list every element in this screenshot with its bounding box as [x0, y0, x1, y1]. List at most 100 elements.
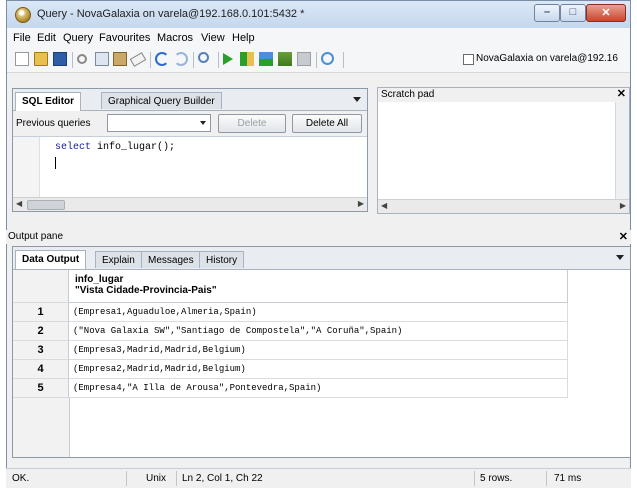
- row-header[interactable]: 1: [13, 303, 69, 322]
- tab-data-output[interactable]: Data Output: [15, 250, 87, 269]
- previous-queries-label: Previous queries: [16, 118, 91, 129]
- scroll-left-icon[interactable]: ◀: [16, 199, 22, 208]
- menu-help[interactable]: Help: [232, 32, 255, 44]
- column-type: "Vista Cidade-Provincia-Pais": [75, 285, 217, 296]
- cut-icon[interactable]: [77, 54, 87, 64]
- table-cell[interactable]: (Empresa2,Madrid,Madrid,Belgium): [69, 360, 568, 379]
- menu-edit[interactable]: Edit: [37, 32, 56, 44]
- scratch-horizontal-scrollbar[interactable]: ◀ ▶: [378, 199, 629, 213]
- chevron-down-icon: [200, 121, 206, 125]
- text-caret: [55, 157, 56, 169]
- row-header[interactable]: 3: [13, 341, 69, 360]
- help-icon[interactable]: [321, 52, 334, 65]
- row-count: 5 rows.: [480, 473, 513, 484]
- minimize-button[interactable]: –: [534, 4, 560, 22]
- previous-queries-row: Previous queries Delete Delete All: [13, 111, 367, 137]
- line-endings: Unix: [146, 473, 167, 484]
- toolbar-separator: [343, 52, 344, 68]
- sql-code-rest: info_lugar();: [91, 142, 176, 153]
- status-separator: [126, 471, 127, 486]
- close-icon: ✕: [601, 7, 611, 19]
- sql-text-editor[interactable]: select info_lugar();: [13, 137, 367, 198]
- scratch-pad-header: Scratch pad ✕: [378, 88, 629, 102]
- scroll-right-icon[interactable]: ▶: [620, 201, 626, 210]
- scratch-pad-textarea[interactable]: [378, 102, 616, 200]
- toolbar: NovaGalaxia on varela@192.16: [7, 48, 630, 73]
- close-icon[interactable]: ✕: [617, 87, 626, 101]
- connection-checkbox[interactable]: [463, 54, 474, 65]
- sql-keyword: select: [55, 142, 92, 153]
- execute-icon[interactable]: [223, 53, 233, 65]
- sql-editor-tabstrip: SQL Editor Graphical Query Builder: [13, 89, 367, 111]
- previous-queries-select[interactable]: [107, 114, 211, 132]
- table-cell[interactable]: ("Nova Galaxia SW","Santiago de Composte…: [69, 322, 568, 341]
- tab-explain[interactable]: Explain: [95, 251, 142, 268]
- scrollbar-thumb[interactable]: [27, 200, 65, 210]
- sql-code: select info_lugar();: [55, 142, 175, 153]
- analyze-icon[interactable]: [278, 52, 292, 66]
- status-bar: OK. Unix Ln 2, Col 1, Ch 22 5 rows. 71 m…: [6, 468, 631, 488]
- scroll-right-icon[interactable]: ▶: [358, 199, 364, 208]
- stop-icon[interactable]: [297, 52, 311, 66]
- sql-editor-panel: SQL Editor Graphical Query Builder Previ…: [12, 88, 368, 212]
- table-cell[interactable]: (Empresa1,Aguaduloe,Almeria,Spain): [69, 303, 568, 322]
- open-folder-icon[interactable]: [34, 52, 48, 66]
- menu-file[interactable]: File: [13, 32, 31, 44]
- table-cell[interactable]: (Empresa3,Madrid,Madrid,Belgium): [69, 341, 568, 360]
- cursor-position: Ln 2, Col 1, Ch 22: [182, 473, 263, 484]
- tab-messages[interactable]: Messages: [141, 251, 201, 268]
- output-tabstrip: Data Output Explain Messages History: [13, 247, 630, 270]
- explain-icon[interactable]: [240, 52, 254, 66]
- scratch-vertical-scrollbar[interactable]: [615, 102, 629, 200]
- row-header-filler: [13, 398, 70, 457]
- editor-gutter: [13, 137, 40, 198]
- redo-icon[interactable]: [174, 52, 188, 66]
- table-cell[interactable]: (Empresa4,"A Illa de Arousa",Pontevedra,…: [69, 379, 568, 398]
- undo-icon[interactable]: [155, 52, 169, 66]
- close-icon[interactable]: ✕: [619, 230, 628, 244]
- output-pane-title: Output pane: [8, 231, 64, 242]
- new-file-icon[interactable]: [15, 52, 29, 66]
- tab-history[interactable]: History: [199, 251, 245, 268]
- scroll-left-icon[interactable]: ◀: [381, 201, 387, 210]
- menu-macros[interactable]: Macros: [157, 32, 193, 44]
- paste-icon[interactable]: [113, 52, 127, 66]
- toolbar-separator: [72, 52, 73, 68]
- tabs-dropdown-icon[interactable]: [616, 255, 624, 260]
- tab-sql-editor[interactable]: SQL Editor: [15, 92, 82, 111]
- grid-corner[interactable]: [13, 270, 69, 303]
- column-header-info-lugar[interactable]: info_lugar "Vista Cidade-Provincia-Pais": [69, 270, 568, 303]
- output-panel: Data Output Explain Messages History inf…: [12, 246, 631, 458]
- status-separator: [546, 471, 547, 486]
- find-icon[interactable]: [198, 52, 209, 63]
- maximize-icon: □: [569, 6, 577, 18]
- save-icon[interactable]: [53, 52, 67, 66]
- status-text: OK.: [12, 473, 30, 484]
- window-title: Query - NovaGalaxia on varela@192.168.0.…: [37, 8, 305, 20]
- editor-horizontal-scrollbar[interactable]: ◀ ▶: [13, 197, 367, 211]
- row-header[interactable]: 4: [13, 360, 69, 379]
- copy-icon[interactable]: [95, 52, 109, 66]
- menu-favourites[interactable]: Favourites: [99, 32, 150, 44]
- tabs-dropdown-icon[interactable]: [353, 97, 361, 102]
- eraser-icon[interactable]: [129, 52, 147, 67]
- row-header[interactable]: 5: [13, 379, 69, 398]
- output-pane-header: Output pane ✕: [6, 230, 631, 244]
- status-separator: [176, 471, 177, 486]
- menu-query[interactable]: Query: [63, 32, 93, 44]
- execute-to-file-icon[interactable]: [259, 52, 273, 66]
- scratch-pad-panel: Scratch pad ✕ ◀ ▶: [377, 87, 630, 214]
- close-button[interactable]: ✕: [586, 4, 626, 22]
- toolbar-separator: [193, 52, 194, 68]
- connection-label[interactable]: NovaGalaxia on varela@192.16: [476, 53, 618, 64]
- column-name: info_lugar: [75, 274, 124, 285]
- menu-view[interactable]: View: [201, 32, 225, 44]
- delete-all-button[interactable]: Delete All: [292, 114, 362, 133]
- menu-bar: File Edit Query Favourites Macros View H…: [7, 28, 630, 48]
- query-time: 71 ms: [554, 473, 582, 484]
- tab-graphical-query-builder[interactable]: Graphical Query Builder: [101, 92, 222, 109]
- row-header[interactable]: 2: [13, 322, 69, 341]
- title-bar[interactable]: Query - NovaGalaxia on varela@192.168.0.…: [7, 1, 630, 29]
- delete-button[interactable]: Delete: [218, 114, 286, 133]
- maximize-button[interactable]: □: [560, 4, 586, 22]
